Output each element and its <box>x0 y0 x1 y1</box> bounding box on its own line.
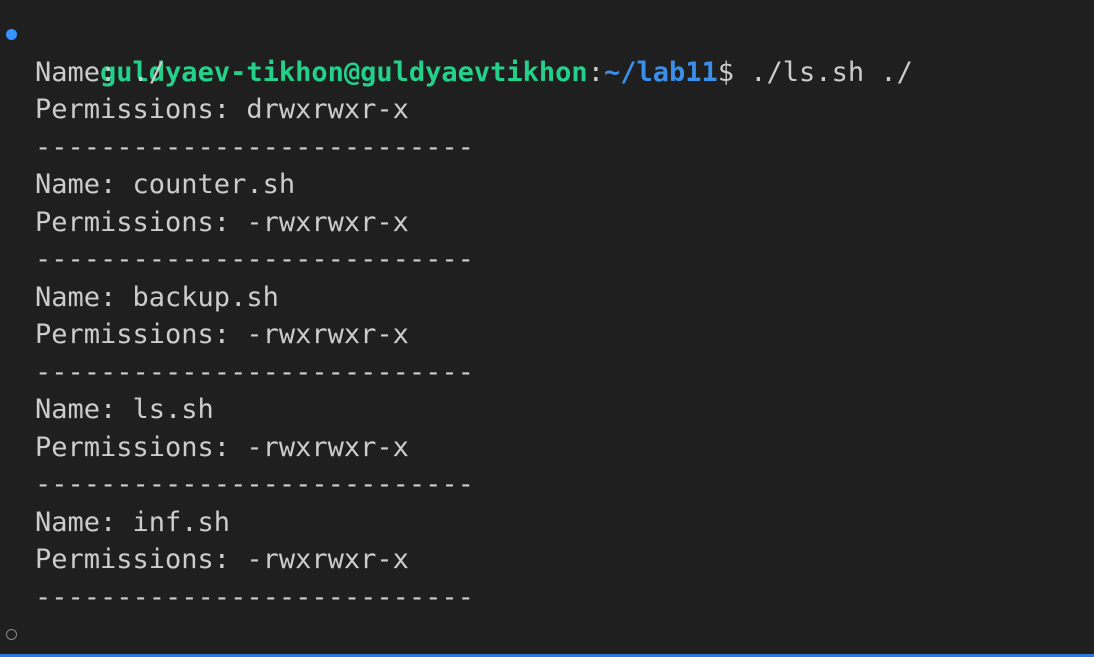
output-separator: --------------------------- <box>35 356 474 388</box>
output-permissions-line: Permissions: -rwxrwxr-x <box>35 544 409 575</box>
output-name-line: Name: counter.sh <box>35 169 296 200</box>
output-name-line: Name: ls.sh <box>35 394 214 425</box>
output-permissions-line: Permissions: drwxrwxr-x <box>35 94 409 125</box>
output-separator: --------------------------- <box>35 131 474 163</box>
command-success-decoration-icon[interactable] <box>6 29 17 41</box>
active-prompt-line[interactable]: guldyaev-tikhon@guldyaevtikhon:~/lab11$ <box>0 616 1094 657</box>
output-separator: --------------------------- <box>35 244 474 275</box>
output-permissions-line: Permissions: -rwxrwxr-x <box>35 431 409 463</box>
output-name-line: Name: ./ <box>35 56 166 88</box>
output-separator: --------------------------- <box>35 581 474 613</box>
output-name-line: Name: backup.sh <box>35 281 279 313</box>
output-name-line: Name: inf.sh <box>35 506 231 538</box>
output-separator: --------------------------- <box>35 469 474 500</box>
output-permissions-line: Permissions: -rwxrwxr-x <box>35 206 409 238</box>
command-line: guldyaev-tikhon@guldyaevtikhon:~/lab11$ … <box>0 16 1094 88</box>
terminal-panel[interactable]: guldyaev-tikhon@guldyaevtikhon:~/lab11$ … <box>0 0 1094 657</box>
output-permissions-line: Permissions: -rwxrwxr-x <box>35 319 409 350</box>
command-pending-decoration-icon <box>6 629 17 641</box>
